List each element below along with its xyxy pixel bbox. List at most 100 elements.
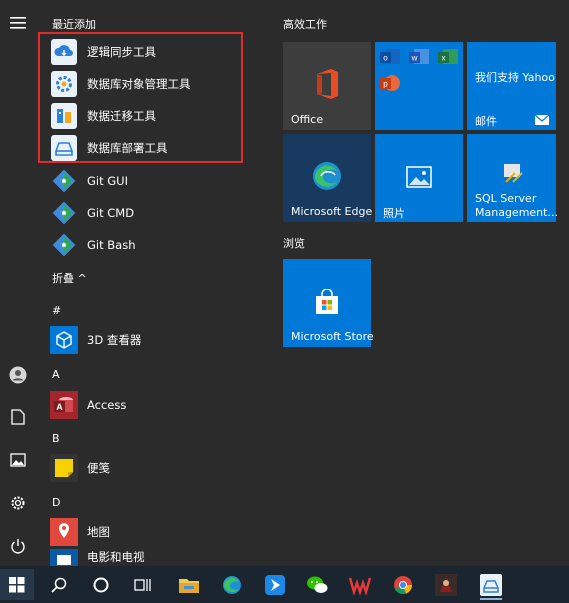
tile-mail[interactable]: 我们支持 Yahoo 邮件	[467, 42, 556, 130]
app-logic-sync-tool[interactable]: 逻辑同步工具	[50, 37, 266, 67]
app-access[interactable]: A Access	[50, 390, 266, 420]
app-label: Git GUI	[87, 174, 128, 188]
maps-icon	[50, 518, 78, 546]
excel-icon: x	[438, 49, 458, 64]
edge-icon	[313, 162, 341, 190]
db-deploy-tool-icon	[50, 134, 78, 162]
app-db-deploy-tool[interactable]: 数据库部署工具	[50, 133, 266, 163]
tile-group-browse[interactable]: 浏览	[283, 235, 305, 251]
taskbar	[0, 566, 569, 603]
svg-text:p: p	[383, 80, 388, 89]
data-migration-tool-icon	[50, 102, 78, 130]
settings-gear-icon[interactable]	[4, 489, 32, 517]
db-tool-taskbar-button[interactable]	[474, 569, 508, 600]
tile-label: Office	[291, 113, 324, 126]
start-rail	[0, 0, 36, 566]
db-object-manager-icon	[50, 70, 78, 98]
start-button[interactable]	[0, 569, 34, 600]
app-data-migration-tool[interactable]: 数据迁移工具	[50, 101, 266, 131]
git-cmd-icon	[50, 199, 78, 227]
word-icon: w	[409, 49, 429, 64]
task-view-button[interactable]	[126, 569, 160, 600]
wechat-icon	[307, 576, 328, 593]
cortana-circle-icon	[93, 577, 109, 592]
outlook-icon: o	[380, 49, 400, 64]
db-tool-icon	[480, 573, 502, 596]
app-git-cmd[interactable]: Git CMD	[50, 198, 266, 228]
tile-group-productivity[interactable]: 高效工作	[283, 16, 327, 32]
game-app-button[interactable]	[429, 569, 463, 600]
tile-label: Microsoft Edge	[291, 205, 373, 218]
git-gui-icon	[50, 167, 78, 195]
edge-icon	[223, 575, 241, 594]
app-label: 3D 查看器	[87, 333, 142, 347]
wps-button[interactable]	[343, 569, 377, 600]
cortana-button[interactable]	[84, 569, 118, 600]
documents-icon[interactable]	[4, 403, 32, 431]
wechat-button[interactable]	[300, 569, 334, 600]
app-git-gui[interactable]: Git GUI	[50, 166, 266, 196]
git-bash-icon	[50, 231, 78, 259]
logic-sync-tool-icon	[50, 38, 78, 66]
tile-microsoft-store[interactable]: Microsoft Store	[283, 259, 374, 347]
tile-label-line1: SQL Server	[475, 192, 537, 205]
tile-office-apps-folder[interactable]: o w x p	[375, 42, 463, 130]
app-movies-tv[interactable]: 电影和电视	[50, 549, 266, 566]
tile-label: Microsoft Store	[291, 330, 374, 343]
chrome-icon	[394, 575, 412, 594]
tile-photos[interactable]: 照片	[375, 134, 463, 222]
collapse-toggle[interactable]: 折叠 ^	[52, 270, 87, 286]
hamburger-menu-icon[interactable]	[4, 9, 32, 37]
file-explorer-button[interactable]	[172, 569, 206, 600]
sql-server-management-icon	[504, 164, 523, 183]
file-explorer-icon	[179, 578, 199, 593]
recently-added-heading: 最近添加	[52, 18, 96, 31]
svg-text:A: A	[56, 402, 63, 412]
app-label: Git Bash	[87, 238, 136, 252]
letter-header-a[interactable]: A	[52, 368, 60, 381]
app-git-bash[interactable]: Git Bash	[50, 230, 266, 260]
letter-header-hash[interactable]: #	[52, 304, 61, 317]
search-button[interactable]	[42, 569, 76, 600]
task-view-icon	[134, 578, 151, 591]
svg-text:x: x	[442, 54, 446, 63]
app-sticky-notes[interactable]: 便笺	[50, 453, 266, 483]
app-3d-viewer[interactable]: 3D 查看器	[50, 325, 266, 355]
letter-header-b[interactable]: B	[52, 432, 60, 445]
app-label: 数据库对象管理工具	[87, 77, 191, 91]
user-account-icon[interactable]	[4, 361, 32, 389]
app-label: Git CMD	[87, 206, 135, 220]
office-icon	[317, 69, 338, 99]
tile-yahoo-text: 我们支持 Yahoo	[475, 71, 555, 84]
app-label: 地图	[87, 525, 110, 539]
start-menu: 最近添加 逻辑同步工具 数据库对象管理工具 数据迁移工具 数据库部署工具 Git…	[0, 0, 569, 566]
pictures-icon[interactable]	[4, 446, 32, 474]
tile-label: 照片	[383, 207, 405, 220]
edge-taskbar-button[interactable]	[215, 569, 249, 600]
access-icon: A	[50, 391, 78, 419]
svg-text:o: o	[383, 54, 388, 63]
tile-office[interactable]: Office	[283, 42, 371, 130]
3d-viewer-icon	[50, 326, 78, 354]
tile-sql-server-management[interactable]: SQL Server Management...	[467, 134, 558, 222]
app-db-object-manager[interactable]: 数据库对象管理工具	[50, 69, 266, 99]
game-character-icon	[435, 573, 457, 596]
app-list: 最近添加 逻辑同步工具 数据库对象管理工具 数据迁移工具 数据库部署工具 Git…	[38, 0, 266, 566]
powerpoint-icon: p	[380, 75, 400, 91]
tile-label-line2: Management...	[475, 206, 558, 219]
app-maps[interactable]: 地图	[50, 517, 266, 547]
tile-label: 邮件	[475, 115, 497, 128]
tile-microsoft-edge[interactable]: Microsoft Edge	[283, 134, 373, 222]
letter-header-d[interactable]: D	[52, 496, 60, 509]
feishu-button[interactable]	[258, 569, 292, 600]
sticky-notes-icon	[50, 454, 78, 482]
store-bag-icon	[316, 289, 338, 314]
power-icon[interactable]	[4, 532, 32, 560]
search-icon	[51, 577, 67, 593]
photos-icon	[406, 166, 432, 188]
svg-text:w: w	[411, 54, 418, 63]
chrome-button[interactable]	[386, 569, 420, 600]
app-label: 数据迁移工具	[87, 109, 156, 123]
mail-envelope-icon	[535, 115, 549, 125]
app-label: 逻辑同步工具	[87, 45, 156, 59]
